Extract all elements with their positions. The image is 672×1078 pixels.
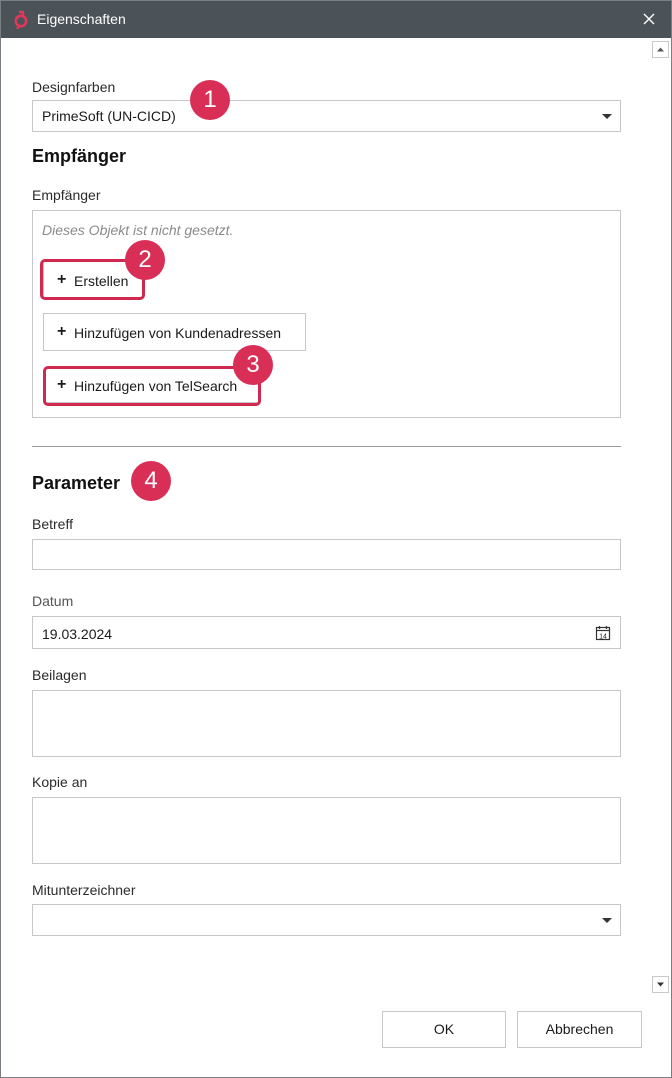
- chevron-down-icon: [602, 918, 612, 923]
- subject-label: Betreff: [32, 516, 73, 532]
- cancel-button[interactable]: Abbrechen: [517, 1011, 642, 1048]
- properties-dialog: Eigenschaften Designfarben PrimeSoft (UN…: [0, 0, 672, 1078]
- recipients-heading: Empfänger: [32, 146, 127, 166]
- title-bar: Eigenschaften: [1, 1, 671, 38]
- date-field[interactable]: 19.03.2024 14: [32, 616, 621, 649]
- section-divider: [32, 446, 621, 447]
- annotation-badge-4: 4: [131, 461, 171, 501]
- recipients-placeholder: Dieses Objekt ist nicht gesetzt.: [42, 222, 234, 238]
- window-title: Eigenschaften: [37, 11, 126, 27]
- close-icon: [643, 13, 655, 25]
- design-colors-value: PrimeSoft (UN-CICD): [42, 108, 176, 124]
- calendar-icon[interactable]: 14: [595, 625, 611, 641]
- ok-button[interactable]: OK: [382, 1011, 506, 1048]
- date-value: 19.03.2024: [42, 626, 113, 642]
- attachments-textarea[interactable]: [32, 690, 621, 757]
- annotation-badge-1: 1: [190, 80, 230, 120]
- add-customer-button-label: Hinzufügen von Kundenadressen: [74, 325, 282, 341]
- cosigner-label: Mitunterzeichner: [32, 882, 136, 898]
- app-logo-icon: [14, 10, 28, 29]
- arrow-down-icon: [657, 982, 664, 987]
- design-colors-dropdown[interactable]: PrimeSoft (UN-CICD): [32, 100, 621, 132]
- annotation-badge-2: 2: [125, 240, 165, 280]
- subject-input[interactable]: [32, 539, 621, 570]
- scroll-up-button[interactable]: [652, 41, 669, 58]
- chevron-down-icon: [602, 114, 612, 119]
- plus-icon: +: [57, 323, 67, 340]
- arrow-up-icon: [657, 47, 664, 52]
- attachments-label: Beilagen: [32, 667, 87, 683]
- add-customer-address-button[interactable]: + Hinzufügen von Kundenadressen: [43, 313, 306, 351]
- scroll-down-button[interactable]: [652, 976, 669, 993]
- copy-to-textarea[interactable]: [32, 797, 621, 864]
- highlight-frame: [43, 366, 261, 406]
- parameters-heading: Parameter: [32, 473, 121, 493]
- close-button[interactable]: [635, 7, 663, 33]
- recipients-label: Empfänger: [32, 187, 101, 203]
- cosigner-dropdown[interactable]: [32, 904, 621, 936]
- copy-to-label: Kopie an: [32, 774, 88, 790]
- date-label: Datum: [32, 593, 74, 609]
- design-colors-label: Designfarben: [32, 79, 116, 95]
- calendar-icon-day: 14: [599, 633, 607, 640]
- annotation-badge-3: 3: [233, 345, 273, 385]
